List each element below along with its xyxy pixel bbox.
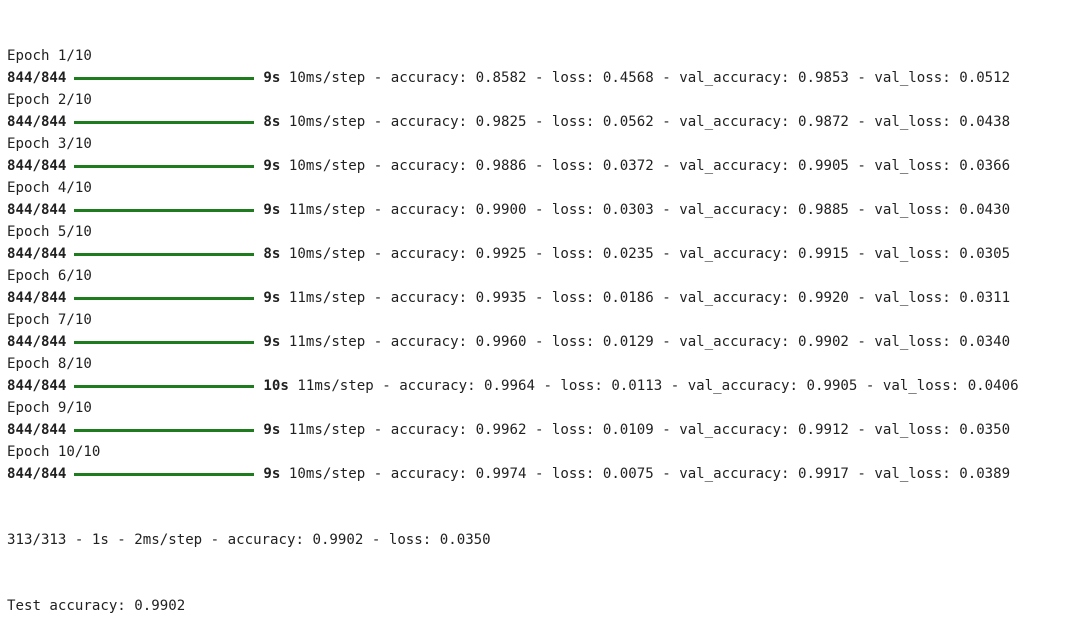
epoch-progress-line: 844/844 9s 11ms/step - accuracy: 0.9900 -…: [7, 199, 1019, 221]
epoch-metrics: 10ms/step - accuracy: 0.9925 - loss: 0.0…: [288, 246, 1011, 262]
epoch-metrics: 11ms/step - accuracy: 0.9935 - loss: 0.0…: [288, 290, 1011, 306]
epoch-progress-line: 844/844 9s 10ms/step - accuracy: 0.9974 -…: [7, 463, 1019, 485]
progress-bar: [74, 252, 255, 256]
epoch-progress-line: 844/844 9s 11ms/step - accuracy: 0.9960 -…: [7, 331, 1019, 353]
epoch-header: Epoch 9/10: [7, 400, 92, 416]
epoch-header: Epoch 4/10: [7, 180, 92, 196]
epoch-duration: 9s: [263, 202, 281, 218]
step-counter: 844/844: [7, 114, 67, 130]
progress-bar: [74, 428, 255, 432]
step-counter: 844/844: [7, 466, 67, 482]
epoch-duration: 8s: [263, 246, 281, 262]
epoch-metrics: 10ms/step - accuracy: 0.9825 - loss: 0.0…: [288, 114, 1011, 130]
epoch-metrics: 10ms/step - accuracy: 0.9974 - loss: 0.0…: [288, 466, 1011, 482]
epoch-header: Epoch 6/10: [7, 268, 92, 284]
epoch-progress-line: 844/844 9s 10ms/step - accuracy: 0.8582 -…: [7, 67, 1019, 89]
epoch-progress-line: 844/844 10s 11ms/step - accuracy: 0.9964 …: [7, 375, 1019, 397]
epoch-progress-line: 844/844 8s 10ms/step - accuracy: 0.9925 -…: [7, 243, 1019, 265]
epoch-header: Epoch 2/10: [7, 92, 92, 108]
step-counter: 844/844: [7, 202, 67, 218]
step-counter: 844/844: [7, 246, 67, 262]
step-counter: 844/844: [7, 158, 67, 174]
epoch-metrics: 10ms/step - accuracy: 0.9886 - loss: 0.0…: [288, 158, 1011, 174]
progress-bar: [74, 120, 255, 124]
progress-bar: [74, 76, 255, 80]
epoch-metrics: 11ms/step - accuracy: 0.9900 - loss: 0.0…: [288, 202, 1011, 218]
epoch-duration: 10s: [263, 378, 289, 394]
epoch-metrics: 11ms/step - accuracy: 0.9962 - loss: 0.0…: [288, 422, 1011, 438]
epoch-metrics: 11ms/step - accuracy: 0.9964 - loss: 0.0…: [297, 378, 1019, 394]
step-counter: 844/844: [7, 70, 67, 86]
epoch-duration: 9s: [263, 70, 281, 86]
epoch-header: Epoch 7/10: [7, 312, 92, 328]
test-accuracy-line: Test accuracy: 0.9902: [7, 598, 186, 614]
progress-bar: [74, 384, 255, 388]
epoch-progress-line: 844/844 8s 10ms/step - accuracy: 0.9825 -…: [7, 111, 1019, 133]
epoch-header: Epoch 10/10: [7, 444, 101, 460]
epoch-duration: 9s: [263, 334, 281, 350]
epoch-duration: 8s: [263, 114, 281, 130]
progress-bar: [74, 208, 255, 212]
epoch-duration: 9s: [263, 158, 281, 174]
epoch-progress-line: 844/844 9s 10ms/step - accuracy: 0.9886 -…: [7, 155, 1019, 177]
step-counter: 844/844: [7, 378, 67, 394]
progress-bar: [74, 340, 255, 344]
epoch-duration: 9s: [263, 422, 281, 438]
epoch-header: Epoch 3/10: [7, 136, 92, 152]
epoch-header: Epoch 1/10: [7, 48, 92, 64]
epoch-header: Epoch 5/10: [7, 224, 92, 240]
epoch-duration: 9s: [263, 290, 281, 306]
epoch-progress-line: 844/844 9s 11ms/step - accuracy: 0.9935 -…: [7, 287, 1019, 309]
epoch-metrics: 11ms/step - accuracy: 0.9960 - loss: 0.0…: [288, 334, 1011, 350]
progress-bar: [74, 472, 255, 476]
step-counter: 844/844: [7, 422, 67, 438]
epoch-metrics: 10ms/step - accuracy: 0.8582 - loss: 0.4…: [288, 70, 1011, 86]
evaluation-line: 313/313 - 1s - 2ms/step - accuracy: 0.99…: [7, 532, 491, 548]
step-counter: 844/844: [7, 334, 67, 350]
epoch-header: Epoch 8/10: [7, 356, 92, 372]
progress-bar: [74, 296, 255, 300]
training-output-console: Epoch 1/10 844/844 9s 10ms/step - accuracy…: [7, 1, 1019, 639]
epoch-progress-line: 844/844 9s 11ms/step - accuracy: 0.9962 -…: [7, 419, 1019, 441]
step-counter: 844/844: [7, 290, 67, 306]
progress-bar: [74, 164, 255, 168]
epoch-list: Epoch 1/10 844/844 9s 10ms/step - accuracy…: [7, 45, 1019, 485]
epoch-duration: 9s: [263, 466, 281, 482]
